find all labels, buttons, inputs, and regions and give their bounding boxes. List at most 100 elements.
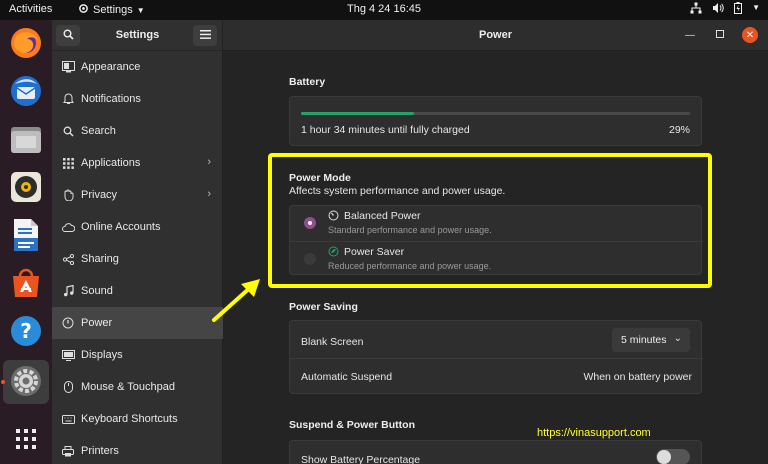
hamburger-menu-button[interactable]	[193, 25, 217, 46]
share-icon	[61, 252, 75, 266]
printer-icon	[61, 444, 75, 458]
chevron-right-icon: ›	[207, 156, 211, 168]
close-icon: ✕	[745, 29, 755, 41]
panel-header: Power — ✕	[223, 20, 768, 51]
help-icon: ?	[10, 315, 42, 350]
sidebar-item-mouse-touchpad[interactable]: Mouse & Touchpad	[52, 371, 223, 403]
rhythmbox-icon	[10, 171, 42, 206]
display-icon	[61, 348, 75, 362]
power-saving-card: Blank Screen 5 minutes ⌄ Automatic Suspe…	[289, 320, 703, 395]
sidebar-header: Settings	[52, 20, 222, 51]
apps-grid-icon	[61, 156, 75, 170]
show-battery-percentage-label: Show Battery Percentage	[301, 454, 421, 464]
app-grid-icon	[15, 428, 37, 453]
automatic-suspend-value: When on battery power	[583, 371, 692, 383]
top-bar: Activities Settings ▼ Thg 4 24 16:45 ▼	[0, 0, 768, 20]
sidebar-item-power[interactable]: Power	[52, 307, 223, 339]
suspend-section-title: Suspend & Power Button	[289, 419, 415, 431]
files-launcher[interactable]	[8, 122, 44, 158]
battery-icon	[734, 2, 743, 17]
settings-launcher[interactable]	[3, 360, 49, 404]
sidebar-item-printers[interactable]: Printers	[52, 435, 223, 464]
maximize-icon	[716, 29, 724, 41]
bell-icon	[61, 92, 75, 106]
app-grid-button[interactable]	[8, 422, 44, 458]
highlight-box	[268, 153, 712, 288]
cloud-icon	[61, 220, 75, 234]
mouse-icon	[61, 380, 75, 394]
sidebar-item-appearance[interactable]: Appearance	[52, 51, 223, 83]
minimize-button[interactable]: —	[682, 27, 698, 43]
software-icon	[10, 267, 42, 302]
network-icon	[690, 2, 702, 17]
power-saving-section-title: Power Saving	[289, 301, 358, 313]
help-launcher[interactable]: ?	[8, 314, 44, 350]
rhythmbox-launcher[interactable]	[8, 170, 44, 206]
files-icon	[10, 124, 42, 157]
annotation-arrow	[212, 279, 260, 322]
close-button[interactable]: ✕	[742, 27, 758, 43]
chevron-right-icon: ›	[207, 188, 211, 200]
minimize-icon: —	[685, 29, 695, 41]
show-battery-percentage-switch[interactable]	[656, 449, 690, 464]
sidebar-item-keyboard-shortcuts[interactable]: Keyboard Shortcuts	[52, 403, 223, 435]
sidebar-item-search[interactable]: Search	[52, 115, 223, 147]
dock: ?	[0, 20, 52, 464]
sidebar-item-label: Notifications	[81, 93, 141, 105]
battery-level-fill	[301, 112, 414, 115]
hand-icon	[61, 188, 75, 202]
sidebar-item-sharing[interactable]: Sharing	[52, 243, 223, 275]
suspend-card: Show Battery Percentage	[289, 440, 702, 464]
sidebar-item-label: Keyboard Shortcuts	[81, 413, 178, 425]
chevron-down-icon: ⌄	[673, 333, 682, 344]
sidebar-item-displays[interactable]: Displays	[52, 339, 223, 371]
firefox-icon	[9, 26, 43, 63]
running-indicator	[1, 380, 5, 384]
thunderbird-icon	[9, 74, 43, 111]
software-launcher[interactable]	[8, 266, 44, 302]
volume-icon	[712, 2, 724, 17]
system-tray[interactable]: ▼	[690, 2, 760, 17]
sidebar-item-label: Displays	[81, 349, 123, 361]
battery-section-title: Battery	[289, 76, 326, 88]
battery-percent: 29%	[668, 124, 690, 136]
sidebar-item-label: Applications	[81, 157, 141, 169]
sidebar-item-label: Search	[81, 125, 116, 137]
sidebar-item-sound[interactable]: Sound	[52, 275, 223, 307]
automatic-suspend-label: Automatic Suspend	[301, 371, 393, 383]
sidebar-item-label: Online Accounts	[81, 221, 161, 233]
sidebar-item-label: Sharing	[81, 253, 119, 265]
sidebar-item-notifications[interactable]: Notifications	[52, 83, 223, 115]
watermark: https://vinasupport.com	[537, 427, 651, 439]
window-controls: — ✕	[682, 27, 758, 43]
app-menu-label: Settings	[93, 4, 133, 16]
automatic-suspend-row[interactable]: Automatic Suspend When on battery power	[290, 358, 703, 395]
battery-card: 1 hour 34 minutes until fully charged 29…	[289, 96, 702, 146]
sidebar-item-label: Power	[81, 317, 113, 329]
sidebar-item-online-accounts[interactable]: Online Accounts	[52, 211, 223, 243]
sidebar-item-label: Mouse & Touchpad	[81, 381, 175, 393]
keyboard-icon	[61, 412, 75, 426]
hamburger-icon	[199, 29, 211, 42]
blank-screen-label: Blank Screen	[301, 336, 364, 348]
writer-launcher[interactable]	[8, 218, 44, 254]
activities-button[interactable]: Activities	[9, 3, 52, 15]
sidebar-item-privacy[interactable]: Privacy ›	[52, 179, 223, 211]
sidebar-item-label: Appearance	[81, 61, 141, 73]
appearance-icon	[61, 60, 75, 74]
writer-icon	[12, 218, 40, 255]
chevron-down-icon: ▼	[752, 3, 760, 12]
settings-icon	[9, 364, 43, 401]
sidebar-item-label: Printers	[81, 445, 119, 457]
sidebar-item-applications[interactable]: Applications ›	[52, 147, 223, 179]
battery-status-text: 1 hour 34 minutes until fully charged	[301, 124, 470, 136]
settings-gear-icon	[78, 3, 89, 17]
thunderbird-launcher[interactable]	[8, 74, 44, 110]
firefox-launcher[interactable]	[8, 26, 44, 62]
app-menu[interactable]: Settings ▼	[78, 3, 145, 17]
power-icon	[61, 316, 75, 330]
blank-screen-dropdown[interactable]: 5 minutes ⌄	[612, 328, 690, 352]
maximize-button[interactable]	[712, 27, 728, 43]
chevron-down-icon: ▼	[136, 5, 145, 15]
sidebar-item-label: Privacy	[81, 189, 118, 201]
